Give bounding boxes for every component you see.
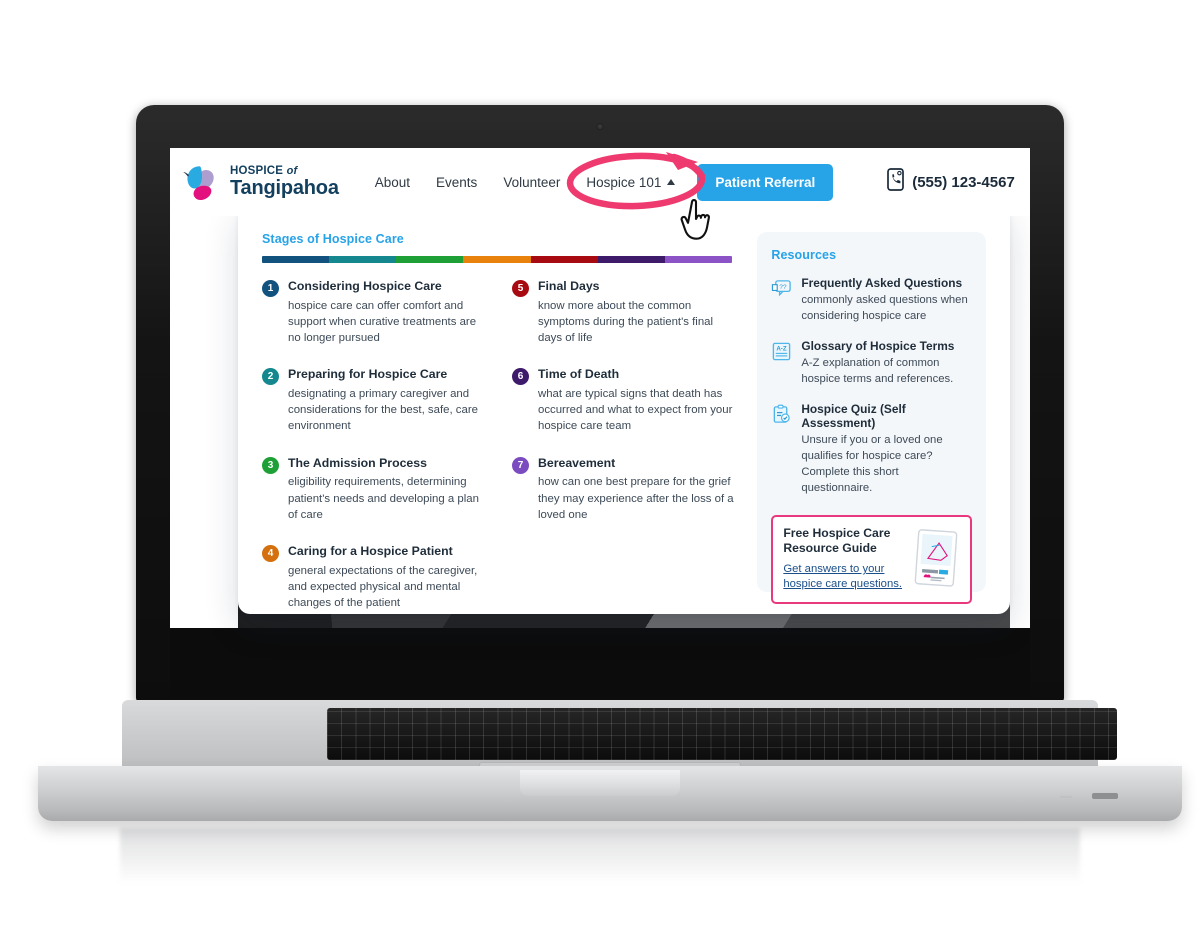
laptop-screen: HOSPICE of Tangipahoa About Events Volun… (170, 148, 1030, 697)
stage-number-badge-6: 6 (512, 368, 529, 386)
laptop-reflection (120, 828, 1080, 884)
laptop-palmrest (122, 700, 1117, 806)
stage-title-7: Bereavement (538, 455, 616, 470)
website-viewport: HOSPICE of Tangipahoa About Events Volun… (170, 148, 1030, 697)
resource-item-glossary[interactable]: A-Z Glossary of Hospice Terms A-Z explan… (771, 339, 972, 388)
nav-item-volunteer[interactable]: Volunteer (503, 175, 560, 190)
resource-desc-glossary: A-Z explanation of common hospice terms … (801, 357, 954, 385)
nav-item-about[interactable]: About (375, 175, 410, 190)
mobile-phone-icon (887, 168, 905, 196)
stages-bar-segment-2 (329, 256, 397, 263)
laptop-mockup: HOSPICE of Tangipahoa About Events Volun… (0, 0, 1200, 937)
clipboard-check-icon (771, 404, 792, 425)
laptop-lid-notch (520, 770, 680, 796)
brand-hospice-text: HOSPICE (230, 164, 284, 177)
stage-desc-2: designating a primary caregiver and cons… (288, 388, 478, 433)
stage-number-badge-2: 2 (262, 368, 279, 386)
resource-item-faq[interactable]: ?? Frequently Asked Questions commonly a… (771, 276, 972, 325)
nav-dropdown-label: Hospice 101 (586, 174, 662, 190)
brand-wordmark: HOSPICE of Tangipahoa (230, 164, 339, 200)
a-z-book-icon: A-Z (771, 341, 792, 362)
stage-item-3[interactable]: 3 The Admission Process eligibility requ… (262, 456, 484, 523)
guide-link[interactable]: Get answers to your hospice care questio… (783, 562, 906, 593)
laptop-base (10, 700, 1190, 828)
main-navigation: About Events Volunteer Hospice 101 (375, 175, 676, 190)
free-resource-guide-box[interactable]: Free Hospice Care Resource Guide Get ans… (771, 514, 972, 604)
stage-title-1: Considering Hospice Care (288, 279, 442, 293)
stage-item-6[interactable]: 6 Time of Death what are typical signs t… (512, 367, 734, 434)
resource-item-quiz[interactable]: Hospice Quiz (Self Assessment) Unsure if… (771, 402, 972, 497)
chevron-up-icon (667, 179, 676, 185)
stage-number-badge-7: 7 (512, 456, 529, 474)
resource-title-quiz: Hospice Quiz (Self Assessment) (801, 401, 906, 431)
webcam-icon (596, 123, 604, 130)
site-header: HOSPICE of Tangipahoa About Events Volun… (170, 148, 1030, 216)
laptop-keyboard (327, 708, 1117, 760)
nav-item-events[interactable]: Events (436, 175, 477, 190)
stage-item-4[interactable]: 4 Caring for a Hospice Patient general e… (262, 544, 484, 611)
nav-item-hospice-101[interactable]: Hospice 101 (586, 174, 676, 190)
stage-item-1[interactable]: 1 Considering Hospice Care hospice care … (262, 279, 484, 346)
stage-item-7[interactable]: 7 Bereavement how can one best prepare f… (512, 456, 734, 523)
stages-bar-segment-6 (597, 256, 665, 263)
resource-guide-cover-icon (914, 529, 960, 589)
stages-bar-segment-1 (262, 256, 330, 263)
stage-desc-6: what are typical signs that death has oc… (538, 388, 733, 433)
phone-contact[interactable]: (555) 123-4567 (887, 168, 1015, 196)
stages-column-left: 1 Considering Hospice Care hospice care … (262, 279, 484, 632)
stage-number-badge-1: 1 (262, 280, 279, 297)
stage-title-3: The Admission Process (288, 455, 427, 470)
laptop-port-slot (1092, 793, 1118, 799)
patient-referral-button[interactable]: Patient Referral (697, 163, 834, 201)
stage-desc-5: know more about the common symptoms duri… (538, 299, 714, 345)
resources-section-title: Resources (771, 248, 837, 262)
stage-desc-3: eligibility requirements, determining pa… (288, 476, 479, 521)
stage-desc-1: hospice care can offer comfort and suppo… (288, 299, 477, 345)
brand-logo-link[interactable]: HOSPICE of Tangipahoa (182, 161, 339, 203)
stages-section-title: Stages of Hospice Care (262, 232, 404, 246)
guide-title: Free Hospice Care Resource Guide (783, 525, 891, 555)
resource-title-glossary: Glossary of Hospice Terms (801, 338, 955, 353)
butterfly-logo-icon (182, 161, 224, 203)
resources-panel: Resources ?? Frequently Asked Questions … (757, 232, 986, 604)
chat-question-icon: ?? (771, 278, 792, 299)
laptop-port-indicator (1060, 796, 1072, 798)
stages-bar-segment-5 (530, 256, 598, 263)
page-footer-dark-area (170, 628, 1030, 697)
stages-color-bar (262, 256, 732, 263)
stage-number-badge-3: 3 (262, 456, 279, 474)
stage-item-5[interactable]: 5 Final Days know more about the common … (512, 279, 734, 346)
brand-line-2: Tangipahoa (230, 177, 339, 200)
brand-of-text: of (286, 164, 298, 177)
stage-title-5: Final Days (538, 279, 600, 293)
stages-columns: 1 Considering Hospice Care hospice care … (262, 279, 739, 632)
stage-number-badge-5: 5 (512, 280, 529, 297)
resource-title-faq: Frequently Asked Questions (801, 276, 963, 290)
stage-number-badge-4: 4 (262, 544, 279, 562)
stages-bar-segment-4 (463, 256, 531, 263)
phone-number-text: (555) 123-4567 (912, 173, 1015, 191)
stage-desc-7: how can one best prepare for the grief t… (538, 476, 734, 521)
stages-bar-segment-3 (396, 256, 464, 263)
stage-title-6: Time of Death (538, 367, 620, 382)
svg-text:??: ?? (780, 284, 788, 291)
resource-desc-quiz: Unsure if you or a loved one qualifies f… (801, 434, 943, 494)
stage-title-2: Preparing for Hospice Care (288, 367, 448, 382)
stages-bar-segment-7 (664, 256, 732, 263)
stage-item-2[interactable]: 2 Preparing for Hospice Care designating… (262, 367, 484, 434)
hospice-101-dropdown-panel: Stages of Hospice Care 1 Considering Hos… (238, 204, 1010, 614)
resource-desc-faq: commonly asked questions when considerin… (801, 294, 968, 323)
svg-text:A-Z: A-Z (777, 345, 788, 352)
brand-line-1: HOSPICE of (230, 164, 339, 178)
stage-title-4: Caring for a Hospice Patient (288, 543, 453, 558)
stages-of-hospice-care-section: Stages of Hospice Care 1 Considering Hos… (262, 232, 739, 609)
stages-column-right: 5 Final Days know more about the common … (512, 279, 734, 632)
stage-desc-4: general expectations of the caregiver, a… (288, 564, 478, 610)
